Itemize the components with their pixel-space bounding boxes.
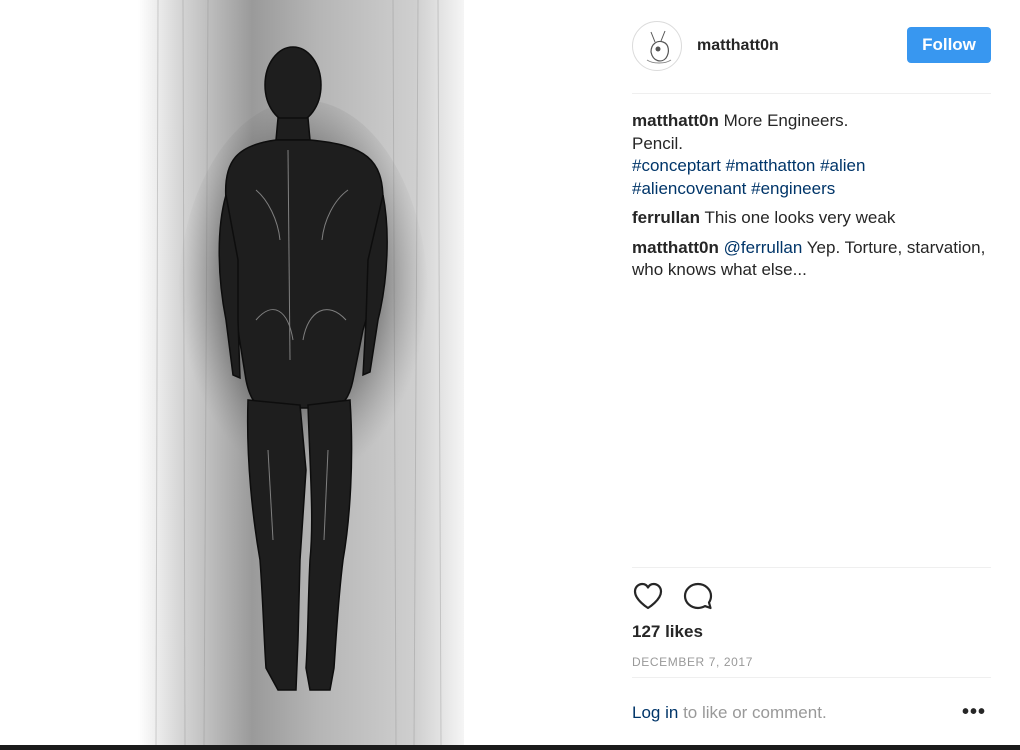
hashtag-link[interactable]: #aliencovenant [632,179,746,198]
follow-button[interactable]: Follow [907,27,991,63]
hashtag-link[interactable]: #engineers [751,179,835,198]
post-actions [632,580,732,612]
post-details-panel: matthatt0n Follow matthatt0n More Engine… [600,0,1020,745]
post-header: matthatt0n Follow [632,20,991,74]
more-options-icon[interactable]: ••• [962,701,986,724]
login-prompt: Log in to like or comment. ••• [632,701,991,724]
caption-text-line1: More Engineers. [723,111,849,130]
caption-comment: matthatt0n More Engineers. Pencil. #conc… [632,110,991,200]
login-divider [632,677,991,678]
post-date[interactable]: DECEMBER 7, 2017 [632,655,753,669]
hashtag-link[interactable]: #alien [820,156,865,175]
comment-item: matthatt0n @ferrullan Yep. Torture, star… [632,237,991,282]
caption-text-line2: Pencil. [632,133,684,153]
hashtag-link[interactable]: #conceptart [632,156,721,175]
comment-text: This one looks very weak [704,208,896,227]
mention-link[interactable]: @ferrullan [724,238,803,257]
login-link[interactable]: Log in [632,703,678,722]
header-divider [632,93,991,94]
caption-username[interactable]: matthatt0n [632,111,719,130]
comment-username[interactable]: ferrullan [632,208,700,227]
comment-bubble-icon[interactable] [682,580,714,612]
avatar-sketch-icon [646,30,672,64]
hashtag-link[interactable]: #matthatton [726,156,816,175]
post-media[interactable] [0,0,600,745]
comment-username[interactable]: matthatt0n [632,238,719,257]
actions-divider [632,567,991,568]
comment-item: ferrullan This one looks very weak [632,207,991,230]
pencil-drawing-image [138,0,464,745]
comments-list: matthatt0n More Engineers. Pencil. #conc… [632,110,991,289]
avatar[interactable] [632,21,682,71]
login-prompt-text: to like or comment. [683,703,827,722]
likes-count[interactable]: 127 likes [632,622,703,642]
bottom-edge-strip [0,745,1020,750]
heart-icon[interactable] [632,580,664,612]
post-username[interactable]: matthatt0n [697,37,779,55]
